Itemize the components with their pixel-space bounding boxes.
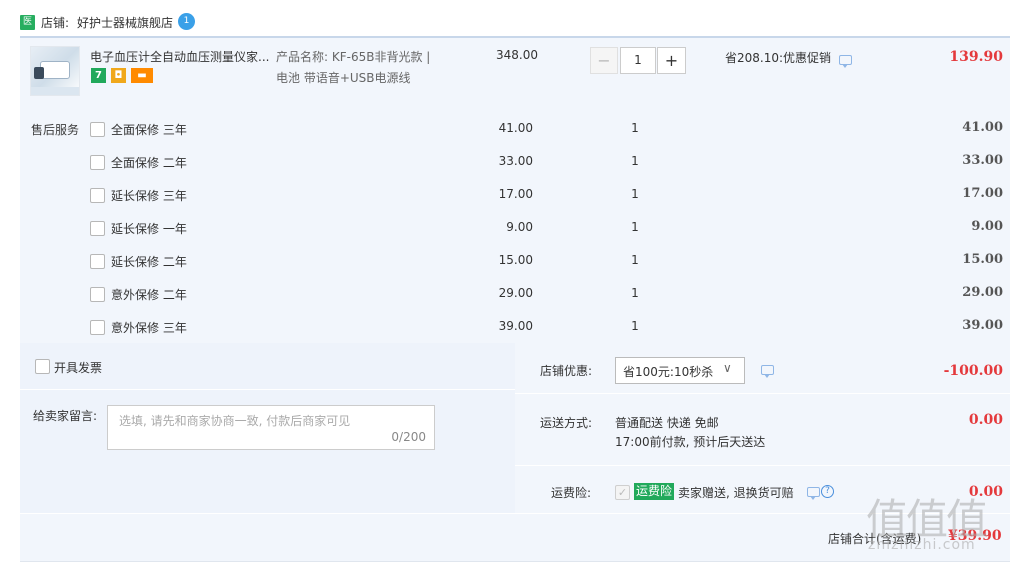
shop-discount-label: 店铺优惠: (540, 364, 593, 378)
shipping-fee: 0.00 (968, 412, 1003, 428)
shipping-insurance-checkbox[interactable]: ✓ (615, 485, 630, 500)
service-quantity: 1 (631, 220, 639, 234)
store-label: 店铺: (41, 16, 70, 30)
sku-info-line-2: 电池 带语音+USB电源线 (276, 71, 411, 85)
service-name[interactable]: 意外保修 三年 (111, 319, 187, 336)
shipping-insurance-text: 卖家赠送, 退换货可赔 (678, 486, 794, 500)
service-quantity: 1 (631, 154, 639, 168)
shop-discount-amount: -100.00 (943, 363, 1003, 379)
service-quantity: 1 (631, 286, 639, 300)
promotion-detail-icon[interactable] (839, 55, 852, 68)
service-subtotal: 29.00 (962, 285, 1003, 300)
product-title-link[interactable]: 电子血压计全自动血压测量仪家... (90, 48, 270, 65)
service-checkbox[interactable] (90, 254, 105, 269)
service-subtotal: 41.00 (962, 120, 1003, 135)
service-row: 意外保修 三年 39.00 1 39.00 (0, 309, 1013, 342)
service-checkbox[interactable] (90, 287, 105, 302)
service-row: 意外保修 二年 29.00 1 29.00 (0, 276, 1013, 309)
seven-day-return-icon[interactable]: 7 (91, 68, 106, 83)
service-price: 33.00 (498, 154, 533, 168)
shipping-method-label: 运送方式: (540, 416, 593, 430)
guarantee-icon[interactable]: ◘ (111, 68, 126, 83)
service-checkbox[interactable] (90, 122, 105, 137)
service-quantity: 1 (631, 319, 639, 333)
service-name[interactable]: 延长保修 三年 (111, 187, 187, 204)
message-label: 给卖家留言: (33, 409, 98, 423)
message-char-counter: 0/200 (391, 430, 426, 444)
service-row: 延长保修 一年 9.00 1 9.00 (0, 210, 1013, 243)
service-row: 全面保修 二年 33.00 1 33.00 (0, 144, 1013, 177)
service-row: 延长保修 二年 15.00 1 15.00 (0, 243, 1013, 276)
service-checkbox[interactable] (90, 188, 105, 203)
service-subtotal: 9.00 (971, 219, 1003, 234)
chevron-down-icon[interactable]: ∨ (723, 361, 732, 375)
service-row: 延长保修 三年 17.00 1 17.00 (0, 177, 1013, 210)
service-quantity: 1 (631, 121, 639, 135)
store-name-link[interactable]: 好护士器械旗舰店 (77, 14, 173, 31)
shipping-method: 普通配送 快递 免邮 (615, 416, 719, 430)
unit-price: 348.00 (496, 48, 538, 62)
service-subtotal: 39.00 (962, 318, 1003, 333)
discount-detail-icon[interactable] (761, 365, 774, 378)
service-row: 全面保修 三年 41.00 1 41.00 (0, 111, 1013, 144)
help-icon[interactable]: ? (821, 485, 834, 498)
service-quantity: 1 (631, 187, 639, 201)
product-thumbnail[interactable] (30, 46, 80, 96)
service-subtotal: 33.00 (962, 153, 1003, 168)
service-subtotal: 15.00 (962, 252, 1003, 267)
shipping-insurance-label: 运费险: (551, 486, 592, 500)
service-checkbox[interactable] (90, 155, 105, 170)
watermark-url: zhizhizhi.com (868, 537, 976, 553)
service-name[interactable]: 延长保修 二年 (111, 253, 187, 270)
service-name[interactable]: 意外保修 二年 (111, 286, 187, 303)
shop-icon: 医 (20, 15, 35, 30)
wangwang-chat-icon[interactable]: 1 (178, 13, 195, 30)
service-subtotal: 17.00 (962, 186, 1003, 201)
promotion-text: 省208.10:优惠促销 (725, 51, 832, 65)
quantity-increase-button[interactable]: + (657, 47, 686, 74)
message-placeholder: 选填, 请先和商家协商一致, 付款后商家可见 (119, 414, 351, 428)
credit-card-icon[interactable]: ▬ (131, 68, 153, 83)
shop-discount-selected[interactable]: 省100元:10秒杀 (623, 363, 713, 380)
service-name[interactable]: 全面保修 二年 (111, 154, 187, 171)
invoice-label[interactable]: 开具发票 (54, 359, 102, 376)
shipping-insurance-tag: 运费险 (634, 483, 675, 500)
service-checkbox[interactable] (90, 221, 105, 236)
invoice-checkbox[interactable] (35, 359, 50, 374)
insurance-chat-icon[interactable] (807, 487, 820, 500)
service-price: 29.00 (498, 286, 533, 300)
service-checkbox[interactable] (90, 320, 105, 335)
quantity-input[interactable]: 1 (620, 47, 656, 74)
item-subtotal: 139.90 (949, 49, 1003, 65)
service-price: 39.00 (498, 319, 533, 333)
sku-info-line-1: 产品名称: KF-65B非背光款 | (276, 50, 431, 64)
shipping-eta: 17:00前付款, 预计后天送达 (615, 435, 766, 449)
service-name[interactable]: 延长保修 一年 (111, 220, 187, 237)
service-name[interactable]: 全面保修 三年 (111, 121, 187, 138)
service-quantity: 1 (631, 253, 639, 267)
service-price: 41.00 (498, 121, 533, 135)
quantity-decrease-button[interactable]: − (590, 47, 618, 74)
service-price: 15.00 (498, 253, 533, 267)
service-price: 9.00 (506, 220, 533, 234)
divider (20, 561, 1010, 562)
service-price: 17.00 (498, 187, 533, 201)
